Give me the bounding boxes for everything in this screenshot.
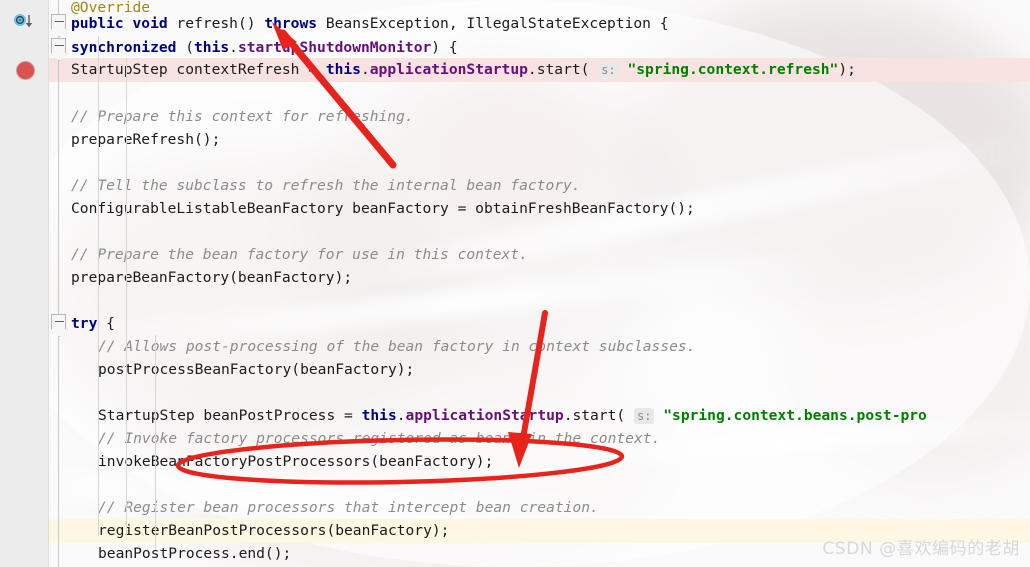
indent-guide <box>126 58 127 536</box>
line-refresh-signature-token-1 <box>124 15 133 32</box>
line-startupstep-beanpostprocess-token-6 <box>654 407 663 424</box>
line-comment-invoke-factory-processors-token-0: // Invoke factory processors registered … <box>98 430 661 447</box>
line-refresh-signature-token-5: BeansException, IllegalStateException { <box>317 15 669 32</box>
line-refresh-signature-token-4: throws <box>264 15 318 32</box>
line-comment-prepare-bean-factory-token-0: // Prepare the bean factory for use in t… <box>71 246 528 263</box>
line-comment-invoke-factory-processors[interactable]: // Invoke factory processors registered … <box>71 427 1030 451</box>
line-startupstep-contextrefresh-token-5: s: <box>598 62 619 78</box>
csdn-watermark: CSDN @喜欢编码的老胡 <box>822 539 1020 559</box>
line-synchronized-token-5: ) { <box>431 39 458 56</box>
line-startupstep-beanpostprocess-token-7: "spring.context.beans.post-pro <box>663 407 927 424</box>
line-try-token-1: { <box>97 315 115 332</box>
line-comment-allows-post-processing[interactable]: // Allows post-processing of the bean fa… <box>71 335 1030 359</box>
line-refresh-signature[interactable]: public void refresh() throws BeansExcept… <box>71 12 1030 36</box>
fold-minus-icon <box>55 45 64 46</box>
line-postprocessbeanfactory-token-0: postProcessBeanFactory(beanFactory); <box>98 361 415 378</box>
fold-marker-try[interactable] <box>51 314 66 329</box>
fold-region-line <box>58 0 59 567</box>
line-obtainfreshbeanfactory-token-0: ConfigurableListableBeanFactory beanFact… <box>71 200 695 217</box>
line-startupstep-beanpostprocess-token-3: applicationStartup <box>405 407 564 424</box>
line-startupstep-contextrefresh-token-2: . <box>360 61 370 78</box>
line-refresh-signature-token-0: public <box>71 15 124 32</box>
fold-marker-synchronized[interactable] <box>51 38 66 53</box>
line-comment-prepare-context[interactable]: // Prepare this context for refreshing. <box>71 105 1030 129</box>
fold-minus-icon <box>55 21 64 22</box>
line-startupstep-contextrefresh[interactable]: StartupStep contextRefresh = this.applic… <box>71 58 1030 82</box>
line-try-token-0: try <box>71 315 98 332</box>
line-comment-tell-subclass-token-0: // Tell the subclass to refresh the inte… <box>71 177 581 194</box>
line-startupstep-contextrefresh-token-7: "spring.context.refresh" <box>627 61 839 78</box>
editor-gutter[interactable] <box>0 0 48 567</box>
line-preparebeanfactory-token-0: prepareBeanFactory(beanFactory); <box>71 269 353 286</box>
line-startupstep-beanpostprocess-token-5: s: <box>634 408 655 424</box>
line-startupstep-contextrefresh-token-1: this <box>325 61 361 78</box>
line-startupstep-beanpostprocess-token-0: StartupStep beanPostProcess = <box>98 407 362 424</box>
line-startupstep-beanpostprocess-token-2: . <box>396 407 406 424</box>
line-startupstep-contextrefresh-token-8: ); <box>838 61 856 78</box>
override-method-icon[interactable] <box>14 14 34 30</box>
line-postprocessbeanfactory[interactable]: postProcessBeanFactory(beanFactory); <box>71 358 1030 382</box>
line-startupstep-contextrefresh-token-0: StartupStep contextRefresh = <box>71 61 326 78</box>
indent-guide <box>155 335 156 550</box>
line-invokebeanfactorypostprocessors[interactable]: invokeBeanFactoryPostProcessors(beanFact… <box>71 450 1030 474</box>
line-try[interactable]: try { <box>71 312 1030 336</box>
fold-gutter-column[interactable] <box>48 0 71 567</box>
line-comment-register-bean-processors[interactable]: // Register bean processors that interce… <box>71 496 1030 520</box>
line-startupstep-beanpostprocess-token-1: this <box>361 407 397 424</box>
line-preparebeanfactory[interactable]: prepareBeanFactory(beanFactory); <box>71 266 1030 290</box>
indent-guide <box>98 36 99 536</box>
line-synchronized-token-3: . <box>229 39 238 56</box>
line-preparerefresh-token-0: prepareRefresh(); <box>71 131 221 148</box>
line-synchronized-token-2: this <box>194 39 230 56</box>
line-obtainfreshbeanfactory[interactable]: ConfigurableListableBeanFactory beanFact… <box>71 197 1030 221</box>
line-comment-prepare-context-token-0: // Prepare this context for refreshing. <box>71 108 414 125</box>
line-comment-register-bean-processors-token-0: // Register bean processors that interce… <box>98 499 599 516</box>
line-registerbeanpostprocessors-token-0: registerBeanPostProcessors(beanFactory); <box>98 522 450 539</box>
line-startupstep-contextrefresh-token-3: applicationStartup <box>369 61 528 78</box>
line-synchronized-token-0: synchronized <box>71 39 177 56</box>
code-editor-screenshot: @Override public void refresh() throws Be… <box>0 0 1030 567</box>
line-beanpostprocess-end-token-0: beanPostProcess.end(); <box>98 545 292 562</box>
line-comment-prepare-bean-factory[interactable]: // Prepare the bean factory for use in t… <box>71 243 1030 267</box>
line-startupstep-contextrefresh-token-4: .start( <box>527 61 599 78</box>
line-comment-tell-subclass[interactable]: // Tell the subclass to refresh the inte… <box>71 174 1030 198</box>
line-synchronized-token-1: ( <box>176 39 195 56</box>
breakpoint-icon[interactable] <box>17 62 34 79</box>
line-refresh-signature-token-2: void <box>132 15 168 32</box>
line-startupstep-beanpostprocess-token-4: .start( <box>563 407 634 424</box>
line-preparerefresh[interactable]: prepareRefresh(); <box>71 128 1030 152</box>
fold-minus-icon <box>55 321 64 322</box>
fold-marker-method[interactable] <box>51 14 66 29</box>
line-startupstep-beanpostprocess[interactable]: StartupStep beanPostProcess = this.appli… <box>71 404 1030 428</box>
line-synchronized-token-4: startupShutdownMonitor <box>237 39 432 56</box>
line-synchronized[interactable]: synchronized (this.startupShutdownMonito… <box>71 36 1030 60</box>
line-refresh-signature-token-3: refresh() <box>167 15 265 32</box>
code-text-area[interactable]: @Override public void refresh() throws Be… <box>71 0 1030 567</box>
line-invokebeanfactorypostprocessors-token-0: invokeBeanFactoryPostProcessors(beanFact… <box>98 453 494 470</box>
line-comment-allows-post-processing-token-0: // Allows post-processing of the bean fa… <box>98 338 696 355</box>
